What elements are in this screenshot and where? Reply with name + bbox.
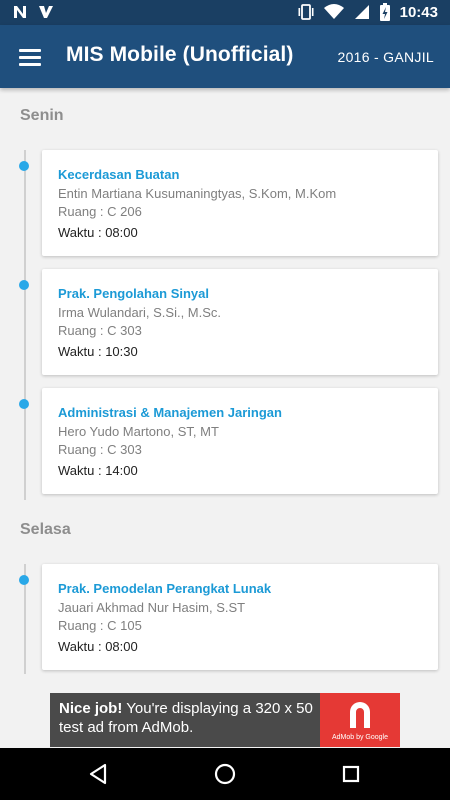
signal-icon xyxy=(354,5,369,19)
status-bar: 10:43 xyxy=(0,0,450,25)
class-subject: Kecerdasan Buatan xyxy=(58,167,180,182)
ad-headline: Nice job! xyxy=(59,700,123,717)
day-heading-senin: Senin xyxy=(20,107,64,124)
class-lecturer: Jauari Akhmad Nur Hasim, S.ST xyxy=(58,600,246,615)
day-heading-selasa: Selasa xyxy=(20,521,71,538)
vibrate-icon xyxy=(298,4,314,20)
home-icon[interactable] xyxy=(210,759,240,789)
class-room: Ruang : C 303 xyxy=(58,323,142,338)
class-lecturer: Irma Wulandari, S.Si., M.Sc. xyxy=(58,305,222,320)
class-lecturer: Hero Yudo Martono, ST, MT xyxy=(58,424,219,439)
class-time: Waktu : 08:00 xyxy=(58,639,138,654)
n-notification-icon xyxy=(14,6,26,18)
semester-label[interactable]: 2016 - GANJIL xyxy=(338,49,435,65)
admob-icon xyxy=(350,702,370,728)
class-card[interactable]: Prak. Pemodelan Perangkat Lunak Jauari A… xyxy=(42,564,438,670)
class-card[interactable]: Administrasi & Manajemen Jaringan Hero Y… xyxy=(42,388,438,494)
delivery-notification-icon xyxy=(39,6,53,18)
timeline-dot xyxy=(19,280,29,290)
class-subject: Prak. Pengolahan Sinyal xyxy=(58,286,209,301)
timeline-dot xyxy=(19,399,29,409)
ad-banner[interactable]: Nice job! You're displaying a 320 x 50 t… xyxy=(50,693,400,747)
navigation-bar xyxy=(0,748,450,800)
class-room: Ruang : C 206 xyxy=(58,204,142,219)
timeline-line xyxy=(24,150,26,500)
class-subject: Administrasi & Manajemen Jaringan xyxy=(58,405,282,420)
status-time: 10:43 xyxy=(399,3,438,21)
class-room: Ruang : C 303 xyxy=(58,442,142,457)
class-subject: Prak. Pemodelan Perangkat Lunak xyxy=(58,581,272,596)
schedule-list[interactable]: Senin Kecerdasan Buatan Entin Martiana K… xyxy=(0,88,450,748)
class-card[interactable]: Kecerdasan Buatan Entin Martiana Kusuman… xyxy=(42,150,438,256)
timeline-dot xyxy=(19,575,29,585)
timeline-dot xyxy=(19,161,29,171)
app-title: MIS Mobile (Unofficial) xyxy=(66,43,294,66)
class-card[interactable]: Prak. Pengolahan Sinyal Irma Wulandari, … xyxy=(42,269,438,375)
battery-charging-icon xyxy=(379,3,390,21)
hamburger-menu-icon[interactable] xyxy=(14,41,46,73)
class-time: Waktu : 10:30 xyxy=(58,344,138,359)
recents-icon[interactable] xyxy=(336,759,366,789)
class-lecturer: Entin Martiana Kusumaningtyas, S.Kom, M.… xyxy=(58,186,337,201)
ad-text: Nice job! You're displaying a 320 x 50 t… xyxy=(59,699,321,737)
class-time: Waktu : 08:00 xyxy=(58,225,138,240)
class-time: Waktu : 14:00 xyxy=(58,463,138,478)
app-bar: MIS Mobile (Unofficial) 2016 - GANJIL xyxy=(0,25,450,88)
wifi-icon xyxy=(323,4,344,19)
admob-caption: AdMob by Google xyxy=(331,734,389,741)
class-room: Ruang : C 105 xyxy=(58,618,142,633)
back-icon[interactable] xyxy=(83,759,113,789)
admob-logo: AdMob by Google xyxy=(320,693,400,747)
